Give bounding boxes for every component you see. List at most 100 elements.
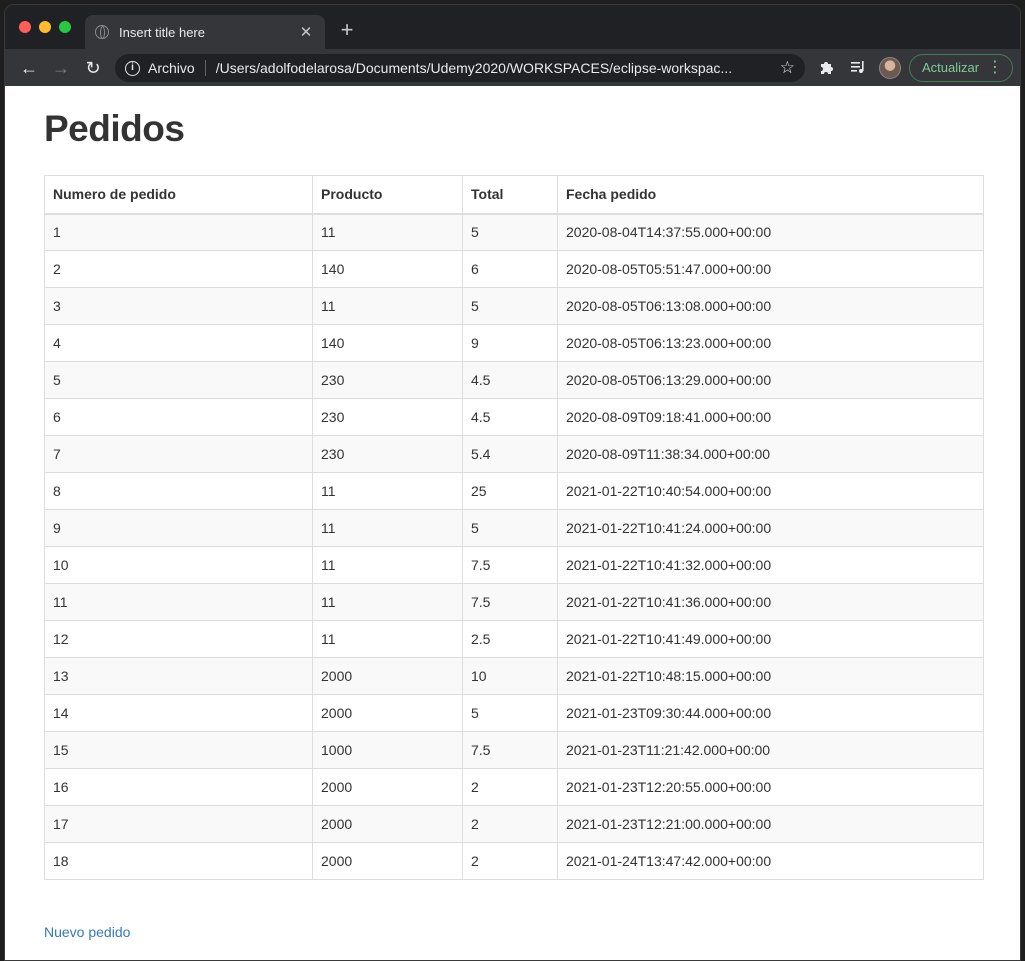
cell-order-date: 2020-08-05T05:51:47.000+00:00 [557, 250, 984, 288]
cell-order-number: 3 [44, 287, 313, 325]
close-icon[interactable]: ✕ [297, 23, 315, 41]
page-title: Pedidos [44, 108, 185, 149]
cell-product: 140 [312, 324, 463, 362]
table-row: 4 140 9 2020-08-05T06:13:23.000+00:00 [44, 324, 984, 362]
cell-total: 4.5 [462, 361, 558, 399]
globe-icon [95, 25, 109, 39]
cell-product: 2000 [312, 768, 463, 806]
update-label: Actualizar [922, 60, 980, 75]
cell-order-number: 12 [44, 620, 313, 658]
header-total: Total [462, 175, 558, 215]
orders-table-body: 1 11 5 2020-08-04T14:37:55.000+00:00 2 140 6 20… [44, 213, 984, 880]
cell-product: 2000 [312, 657, 463, 695]
cell-order-number: 18 [44, 842, 313, 880]
cell-total: 2 [462, 805, 558, 843]
cell-total: 5 [462, 694, 558, 732]
cell-total: 5 [462, 287, 558, 325]
update-button[interactable]: Actualizar ⋮ [909, 54, 1013, 82]
browser-window: Insert title here ✕ + ← → ↻ i Archivo /U… [4, 4, 1021, 961]
reload-icon[interactable]: ↻ [81, 56, 105, 80]
cell-order-number: 2 [44, 250, 313, 288]
cell-total: 2.5 [462, 620, 558, 658]
cell-product: 230 [312, 398, 463, 436]
cell-product: 11 [312, 509, 463, 547]
cell-product: 11 [312, 213, 463, 251]
cell-product: 11 [312, 583, 463, 621]
table-row: 10 11 7.5 2021-01-22T10:41:32.000+00:00 [44, 546, 984, 584]
cell-order-date: 2021-01-23T12:20:55.000+00:00 [557, 768, 984, 806]
extensions-icon[interactable] [817, 58, 837, 78]
url-text[interactable]: /Users/adolfodelarosa/Documents/Udemy202… [216, 60, 768, 76]
cell-total: 2 [462, 842, 558, 880]
cell-total: 6 [462, 250, 558, 288]
cell-order-number: 17 [44, 805, 313, 843]
table-row: 11 11 7.5 2021-01-22T10:41:36.000+00:00 [44, 583, 984, 621]
cell-order-date: 2020-08-05T06:13:23.000+00:00 [557, 324, 984, 362]
cell-product: 11 [312, 472, 463, 510]
cell-product: 2000 [312, 694, 463, 732]
cell-order-date: 2021-01-22T10:41:32.000+00:00 [557, 546, 984, 584]
cell-product: 11 [312, 546, 463, 584]
address-bar[interactable]: i Archivo /Users/adolfodelarosa/Document… [115, 54, 805, 82]
cell-order-number: 15 [44, 731, 313, 769]
back-icon[interactable]: ← [17, 56, 41, 80]
cell-total: 25 [462, 472, 558, 510]
avatar[interactable] [879, 57, 901, 79]
cell-order-number: 6 [44, 398, 313, 436]
media-control-icon[interactable] [848, 58, 868, 78]
table-row: 6 230 4.5 2020-08-09T09:18:41.000+00:00 [44, 398, 984, 436]
cell-order-number: 16 [44, 768, 313, 806]
more-icon[interactable]: ⋮ [987, 55, 1003, 81]
cell-product: 2000 [312, 805, 463, 843]
cell-total: 4.5 [462, 398, 558, 436]
new-tab-button[interactable]: + [335, 19, 359, 41]
cell-order-number: 4 [44, 324, 313, 362]
cell-order-number: 11 [44, 583, 313, 621]
cell-total: 5 [462, 509, 558, 547]
table-row: 9 11 5 2021-01-22T10:41:24.000+00:00 [44, 509, 984, 547]
table-header-row: Numero de pedido Producto Total Fecha pe… [44, 175, 984, 215]
cell-order-date: 2021-01-22T10:41:36.000+00:00 [557, 583, 984, 621]
cell-order-date: 2021-01-22T10:40:54.000+00:00 [557, 472, 984, 510]
cell-order-date: 2021-01-23T11:21:42.000+00:00 [557, 731, 984, 769]
cell-order-date: 2020-08-05T06:13:29.000+00:00 [557, 361, 984, 399]
new-order-link[interactable]: Nuevo pedido [44, 924, 130, 940]
zoom-window-button[interactable] [59, 21, 71, 33]
cell-order-date: 2021-01-22T10:41:49.000+00:00 [557, 620, 984, 658]
cell-total: 9 [462, 324, 558, 362]
forward-icon[interactable]: → [49, 56, 73, 80]
cell-order-number: 14 [44, 694, 313, 732]
header-order-number: Numero de pedido [44, 175, 313, 215]
browser-tab[interactable]: Insert title here ✕ [85, 15, 325, 49]
cell-order-number: 9 [44, 509, 313, 547]
table-row: 15 1000 7.5 2021-01-23T11:21:42.000+00:00 [44, 731, 984, 769]
star-icon[interactable]: ☆ [780, 58, 795, 78]
cell-total: 10 [462, 657, 558, 695]
cell-total: 5.4 [462, 435, 558, 473]
cell-product: 230 [312, 435, 463, 473]
cell-product: 11 [312, 620, 463, 658]
cell-order-date: 2020-08-05T06:13:08.000+00:00 [557, 287, 984, 325]
cell-order-number: 13 [44, 657, 313, 695]
cell-total: 7.5 [462, 583, 558, 621]
header-order-date: Fecha pedido [557, 175, 984, 215]
table-row: 12 11 2.5 2021-01-22T10:41:49.000+00:00 [44, 620, 984, 658]
cell-order-date: 2020-08-04T14:37:55.000+00:00 [557, 213, 984, 251]
table-row: 1 11 5 2020-08-04T14:37:55.000+00:00 [44, 213, 984, 251]
cell-order-number: 5 [44, 361, 313, 399]
minimize-window-button[interactable] [39, 21, 51, 33]
divider [204, 60, 206, 76]
cell-total: 7.5 [462, 546, 558, 584]
table-row: 17 2000 2 2021-01-23T12:21:00.000+00:00 [44, 805, 984, 843]
cell-product: 230 [312, 361, 463, 399]
info-icon[interactable]: i [125, 60, 140, 76]
close-window-button[interactable] [19, 21, 31, 33]
cell-order-date: 2021-01-22T10:48:15.000+00:00 [557, 657, 984, 695]
page-content: Pedidos Numero de pedido Producto Total … [5, 86, 1020, 960]
header-product: Producto [312, 175, 463, 215]
cell-product: 2000 [312, 842, 463, 880]
cell-order-number: 10 [44, 546, 313, 584]
cell-order-date: 2021-01-24T13:47:42.000+00:00 [557, 842, 984, 880]
table-row: 16 2000 2 2021-01-23T12:20:55.000+00:00 [44, 768, 984, 806]
table-row: 5 230 4.5 2020-08-05T06:13:29.000+00:00 [44, 361, 984, 399]
